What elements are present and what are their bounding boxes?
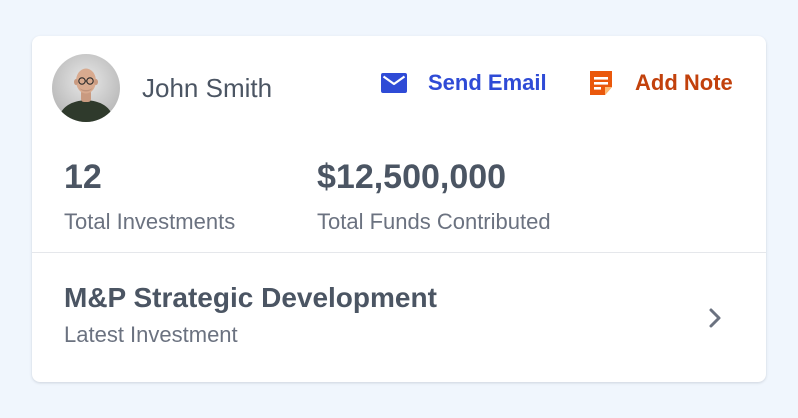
mail-icon xyxy=(381,73,407,93)
stat-value: $12,500,000 xyxy=(317,158,507,196)
card-header: John Smith Send Email Add Note xyxy=(32,36,766,136)
add-note-button[interactable]: Add Note xyxy=(587,66,733,100)
avatar-photo xyxy=(58,68,114,122)
add-note-label: Add Note xyxy=(635,70,733,95)
stat-total-funds: $12,500,000 Total Funds Contributed xyxy=(317,156,551,236)
stat-total-investments: 12 Total Investments xyxy=(64,156,235,236)
stat-value: 12 xyxy=(64,158,102,196)
profile-name: John Smith xyxy=(142,73,273,103)
send-email-button[interactable]: Send Email xyxy=(380,66,547,100)
chevron-right-icon[interactable] xyxy=(704,306,726,330)
latest-investment-subtitle: Latest Investment xyxy=(64,322,238,347)
note-icon xyxy=(590,71,612,95)
latest-investment-row[interactable]: M&P Strategic Development Latest Investm… xyxy=(32,253,766,382)
stat-label: Total Funds Contributed xyxy=(317,209,551,234)
latest-investment-title: M&P Strategic Development xyxy=(64,282,437,313)
stat-label: Total Investments xyxy=(64,209,236,234)
avatar xyxy=(52,54,120,122)
stats-section: 12 Total Investments $12,500,000 Total F… xyxy=(32,156,766,246)
investor-card: John Smith Send Email Add Note 12 Total … xyxy=(32,36,766,382)
send-email-label: Send Email xyxy=(428,70,547,95)
